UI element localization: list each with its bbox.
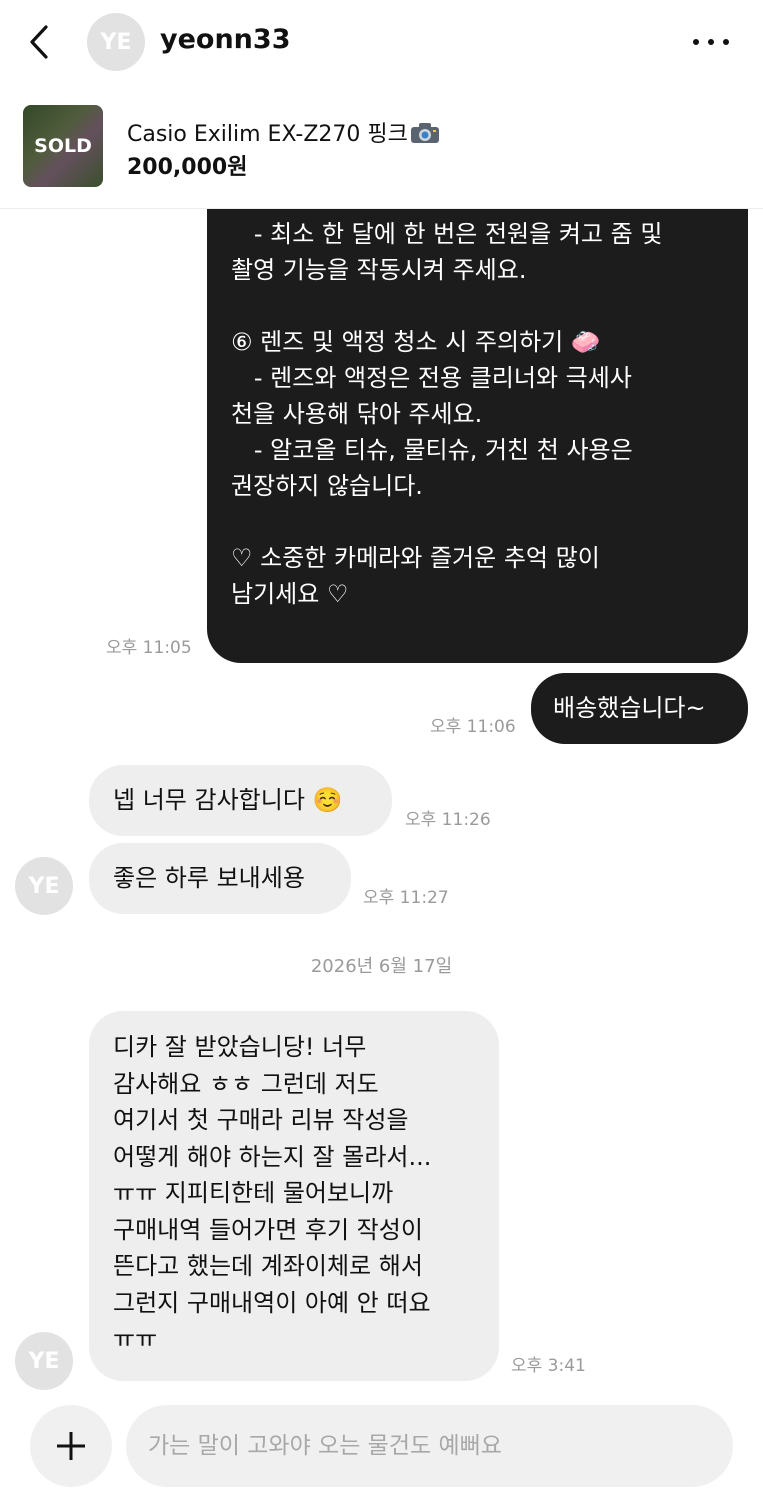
message-line: 여기서 첫 구매라 리뷰 작성을	[113, 1106, 409, 1134]
camera-icon	[410, 123, 439, 143]
message-line: ⑤ 정기적으로 작동시키기 🎞️	[231, 208, 726, 216]
message-timestamp: 오후 3:41	[511, 1356, 586, 1376]
header-avatar[interactable]: YE	[87, 13, 145, 71]
incoming-message-thanks: 넵 너무 감사합니다 ☺️	[89, 765, 392, 836]
message-line: 디카 잘 받았습니당! 너무	[113, 1033, 367, 1061]
message-timestamp: 오후 11:06	[430, 717, 516, 737]
avatar[interactable]: YE	[15, 857, 73, 915]
outgoing-message-care-guide: ⑤ 정기적으로 작동시키기 🎞️ - 최소 한 달에 한 번은 전원을 켜고 줌…	[207, 208, 748, 663]
message-line: 권장하지 않습니다.	[231, 472, 423, 500]
back-button[interactable]	[22, 22, 58, 62]
chat-header: YE yeonn33	[0, 0, 763, 86]
message-line: 구매내역 들어가면 후기 작성이	[113, 1215, 423, 1244]
attach-button[interactable]	[30, 1405, 112, 1487]
more-icon	[693, 39, 699, 45]
more-button[interactable]	[693, 30, 729, 54]
message-input[interactable]	[126, 1405, 733, 1487]
message-line: ㅠㅠ 지피티한테 물어보니까	[113, 1179, 394, 1207]
outgoing-message-shipped: 배송했습니다~	[531, 673, 748, 744]
message-line	[231, 504, 726, 540]
message-line: 남기세요 ♡	[231, 580, 349, 608]
message-line: - 최소 한 달에 한 번은 전원을 켜고 줌 및	[231, 220, 663, 248]
more-icon	[723, 39, 729, 45]
username[interactable]: yeonn33	[160, 24, 290, 55]
message-line: - 알코올 티슈, 물티슈, 거친 천 사용은	[231, 436, 633, 464]
message-line: 그런지 구매내역이 아예 안 떠요	[113, 1288, 431, 1317]
more-icon	[708, 39, 714, 45]
message-line: 어떻게 해야 하는지 잘 몰라서...	[113, 1142, 432, 1171]
message-line: 촬영 기능을 작동시켜 주세요.	[231, 256, 527, 284]
product-price: 200,000원	[127, 155, 248, 180]
sold-badge: SOLD	[23, 105, 103, 187]
message-line: ㅠㅠ	[113, 1325, 158, 1353]
product-title[interactable]: Casio Exilim EX-Z270 핑크	[127, 116, 440, 148]
product-thumbnail[interactable]: SOLD	[23, 105, 103, 187]
avatar[interactable]: YE	[15, 1332, 73, 1390]
message-line: 감사해요 ㅎㅎ 그런데 저도	[113, 1069, 379, 1098]
message-line: ⑥ 렌즈 및 액정 청소 시 주의하기 🧼	[231, 328, 601, 356]
incoming-message-review-question: 디카 잘 받았습니당! 너무 감사해요 ㅎㅎ 그런데 저도 여기서 첫 구매라 …	[89, 1011, 499, 1381]
message-line: - 렌즈와 액정은 전용 클리너와 극세사	[231, 364, 632, 392]
message-timestamp: 오후 11:05	[106, 638, 192, 658]
message-line	[231, 288, 726, 324]
message-line: 뜬다고 했는데 계좌이체로 해서	[113, 1252, 423, 1280]
product-title-text: Casio Exilim EX-Z270 핑크	[127, 122, 408, 147]
plus-icon	[57, 1432, 85, 1460]
incoming-message-good-day: 좋은 하루 보내세용	[89, 843, 351, 914]
back-arrow-icon	[30, 25, 48, 59]
message-timestamp: 오후 11:26	[405, 810, 491, 830]
date-separator: 2026년 6월 17일	[310, 956, 453, 977]
message-line: 천을 사용해 닦아 주세요.	[231, 400, 483, 428]
message-line: ♡ 소중한 카메라와 즐거운 추억 많이	[231, 544, 600, 572]
chat-area[interactable]: ⑤ 정기적으로 작동시키기 🎞️ - 최소 한 달에 한 번은 전원을 켜고 줌…	[0, 208, 763, 1398]
message-timestamp: 오후 11:27	[363, 888, 449, 908]
